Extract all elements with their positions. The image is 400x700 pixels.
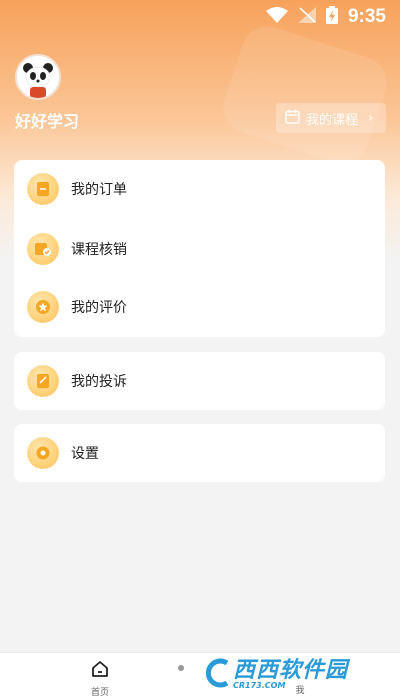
menu-label: 课程核销 bbox=[71, 242, 127, 258]
menu-card-settings: 设置 bbox=[14, 424, 385, 482]
course-verify-icon bbox=[27, 233, 59, 265]
my-courses-label: 我的课程 bbox=[306, 112, 359, 128]
menu-label: 我的投诉 bbox=[71, 374, 127, 390]
menu-label: 我的订单 bbox=[71, 182, 127, 198]
menu-label: 我的评价 bbox=[71, 300, 127, 316]
menu-item-complaint[interactable]: 我的投诉 bbox=[14, 352, 385, 410]
header-decoration bbox=[216, 19, 394, 171]
my-courses-button[interactable]: 我的课程 › bbox=[276, 103, 386, 133]
complaint-icon bbox=[27, 365, 59, 397]
review-icon bbox=[27, 291, 59, 323]
menu-item-reviews[interactable]: 我的评价 bbox=[14, 278, 385, 336]
order-icon bbox=[27, 173, 59, 205]
nav-indicator-dot bbox=[178, 665, 184, 671]
panda-avatar-icon bbox=[17, 56, 59, 98]
menu-item-course-verify[interactable]: 课程核销 bbox=[14, 220, 385, 278]
status-time: 9:35 bbox=[347, 6, 386, 27]
home-icon bbox=[90, 659, 110, 683]
menu-item-orders[interactable]: 我的订单 bbox=[14, 160, 385, 218]
username: 好好学习 bbox=[15, 112, 80, 131]
chevron-right-icon: › bbox=[368, 110, 374, 126]
wifi-icon bbox=[265, 7, 288, 27]
menu-card-complaint: 我的投诉 bbox=[14, 352, 385, 410]
battery-charging-icon bbox=[325, 6, 338, 28]
avatar[interactable] bbox=[15, 54, 61, 100]
watermark-logo-icon bbox=[203, 657, 233, 693]
nav-home[interactable]: 首页 bbox=[80, 659, 120, 698]
calendar-icon bbox=[285, 109, 300, 128]
watermark-sub: CR173.COM bbox=[233, 681, 286, 690]
gear-icon bbox=[27, 437, 59, 469]
nav-home-label: 首页 bbox=[90, 688, 109, 698]
watermark: 西西软件园 CR173.COM bbox=[203, 656, 348, 694]
status-bar: 9:35 bbox=[0, 0, 400, 34]
menu-item-settings[interactable]: 设置 bbox=[14, 424, 385, 482]
no-signal-icon bbox=[297, 7, 316, 27]
watermark-text: 西西软件园 bbox=[233, 658, 349, 683]
menu-label: 设置 bbox=[71, 446, 99, 462]
menu-card-main: 我的订单 课程核销 我的评价 bbox=[14, 160, 385, 337]
